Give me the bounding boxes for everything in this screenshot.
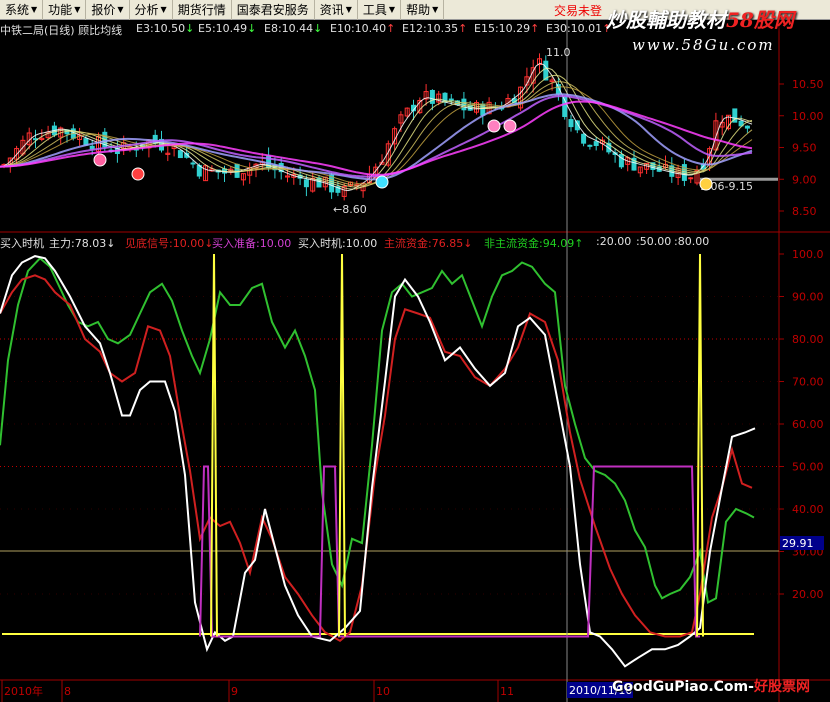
indicator-tick-label: 90.00 xyxy=(792,291,824,304)
indicator-label-2: 见底信号:10.00↓ xyxy=(125,235,213,251)
bottom-watermark: GoodGuPiao.Com-好股票网 xyxy=(612,676,810,696)
ema-label: E3:10.50 xyxy=(136,22,186,35)
candle-body xyxy=(177,150,183,159)
indicator-label-text: 主流资金:76.85 xyxy=(384,237,464,250)
candle-body xyxy=(688,177,694,180)
candle-body xyxy=(303,179,309,188)
buy-signal-spike xyxy=(338,253,346,637)
candle-body xyxy=(429,89,435,104)
indicator-label-text: 买入准备:10.00 xyxy=(212,237,292,250)
price-tick-label: 10.50 xyxy=(792,78,824,91)
indicator-label-text: 见底信号:10.00 xyxy=(125,237,205,250)
watermark-logo: 炒股輔助教材58股网 xyxy=(606,4,794,33)
high-annotation: 11.0 xyxy=(546,46,571,59)
ema-label: E15:10.29 xyxy=(474,22,531,35)
signal-marker-icon xyxy=(699,177,713,191)
indicator-label-7: :20.00 xyxy=(596,235,631,248)
arrow-up-icon: ↑ xyxy=(386,22,396,35)
candle-body xyxy=(448,98,454,101)
indicator-label-0: 买入时机 xyxy=(0,235,44,251)
ema-value-5: E15:10.29↑ xyxy=(474,22,539,35)
arrow-down-icon: ↓ xyxy=(247,22,257,35)
arrow-up-icon: ↑ xyxy=(574,237,584,250)
indicator-tick-label: 70.00 xyxy=(792,376,824,389)
ema-value-3: E10:10.40↑ xyxy=(330,22,395,35)
candle-body xyxy=(581,133,587,144)
candle-body xyxy=(587,144,593,147)
arrow-down-icon: ↓ xyxy=(313,22,323,35)
arrow-up-icon: ↑ xyxy=(458,22,468,35)
candle-body xyxy=(568,119,574,128)
indicator-tick-label: 50.00 xyxy=(792,461,824,474)
arrow-down-icon: ↓ xyxy=(106,237,116,250)
signal-marker-icon xyxy=(375,175,389,189)
watermark-text-red: 58股网 xyxy=(726,8,794,32)
indicator-label-text: :50.00 xyxy=(636,235,672,248)
low-annotation: ←8.60 xyxy=(333,203,367,216)
price-tick-label: 10.00 xyxy=(792,110,824,123)
bottom-watermark-text: GoodGuPiao.Com- xyxy=(612,679,754,695)
indicator-label-text: 主力:78.03 xyxy=(49,237,107,250)
indicator-label-1: 主力:78.03↓ xyxy=(49,235,115,251)
current-value-label: 29.91 xyxy=(782,537,814,550)
signal-marker-icon xyxy=(93,153,107,167)
arrow-down-icon: ↓ xyxy=(463,237,473,250)
time-tick-label: 11 xyxy=(500,685,514,698)
indicator-label-text: 买入时机:10.00 xyxy=(298,237,378,250)
candle-body xyxy=(593,141,599,146)
ema-label: E12:10.35 xyxy=(402,22,459,35)
indicator-label-8: :50.00 xyxy=(636,235,671,248)
indicator-label-3: 买入准备:10.00 xyxy=(212,235,291,251)
indicator-label-4: 买入时机:10.00 xyxy=(298,235,377,251)
buy-signal-spike xyxy=(696,253,704,637)
indicator-label-text: :20.00 xyxy=(596,235,632,248)
signal-marker-icon xyxy=(487,119,501,133)
arrow-up-icon: ↑ xyxy=(530,22,540,35)
indicator-label-text: :80.00 xyxy=(674,235,710,248)
indicator-label-text: 买入时机 xyxy=(0,237,44,250)
indicator-label-5: 主流资金:76.85↓ xyxy=(384,235,472,251)
candle-body xyxy=(480,103,486,116)
bottom-watermark-text-red: 好股票网 xyxy=(753,679,810,695)
ema-label: E8:10.44 xyxy=(264,22,314,35)
indicator-tick-label: 80.00 xyxy=(792,333,824,346)
arrow-down-icon: ↓ xyxy=(185,22,195,35)
ema-value-2: E8:10.44↓ xyxy=(264,22,322,35)
watermark-url: www.58Gu.com xyxy=(632,36,775,54)
stock-title: 中铁二局(日线) 顾比均线 xyxy=(0,24,123,37)
indicator-tick-label: 40.00 xyxy=(792,503,824,516)
watermark-text: 炒股輔助教材 xyxy=(606,8,726,32)
indicator-label-text: 非主流资金:94.09 xyxy=(484,237,575,250)
price-tick-label: 8.50 xyxy=(792,205,817,218)
time-tick-label: 10 xyxy=(376,685,390,698)
time-tick-label: 9 xyxy=(231,685,238,698)
time-tick-label: 8 xyxy=(64,685,71,698)
indicator-label-9: :80.00 xyxy=(674,235,709,248)
ema-value-6: E30:10.01↑ xyxy=(546,22,611,35)
signal-marker-icon xyxy=(503,119,517,133)
signal-marker-icon xyxy=(131,167,145,181)
candle-body xyxy=(190,162,196,165)
time-tick-label: 2010年 xyxy=(4,684,43,698)
ema-label: E30:10.01 xyxy=(546,22,603,35)
candle-body xyxy=(744,125,750,129)
ema-label: E10:10.40 xyxy=(330,22,387,35)
ema-value-4: E12:10.35↑ xyxy=(402,22,467,35)
price-tick-label: 9.00 xyxy=(792,173,817,186)
indicator-tick-label: 100.0 xyxy=(792,248,824,261)
indicator-label-6: 非主流资金:94.09↑ xyxy=(484,235,583,251)
ema-value-0: E3:10.50↓ xyxy=(136,22,194,35)
indicator-tick-label: 20.00 xyxy=(792,588,824,601)
stock-chart[interactable]: 10.50 10.00 9.50 9.00 8.50 100.0 90.00 80.00 70.… xyxy=(0,0,830,702)
price-tick-label: 9.50 xyxy=(792,142,817,155)
indicator-header: 买入时机 主力:78.03↓ 见底信号:10.00↓ 买入准备:10.00 买入时机:1… xyxy=(0,234,780,250)
indicator-tick-label: 60.00 xyxy=(792,418,824,431)
ema-label: E5:10.49 xyxy=(198,22,248,35)
ema-value-1: E5:10.49↓ xyxy=(198,22,256,35)
